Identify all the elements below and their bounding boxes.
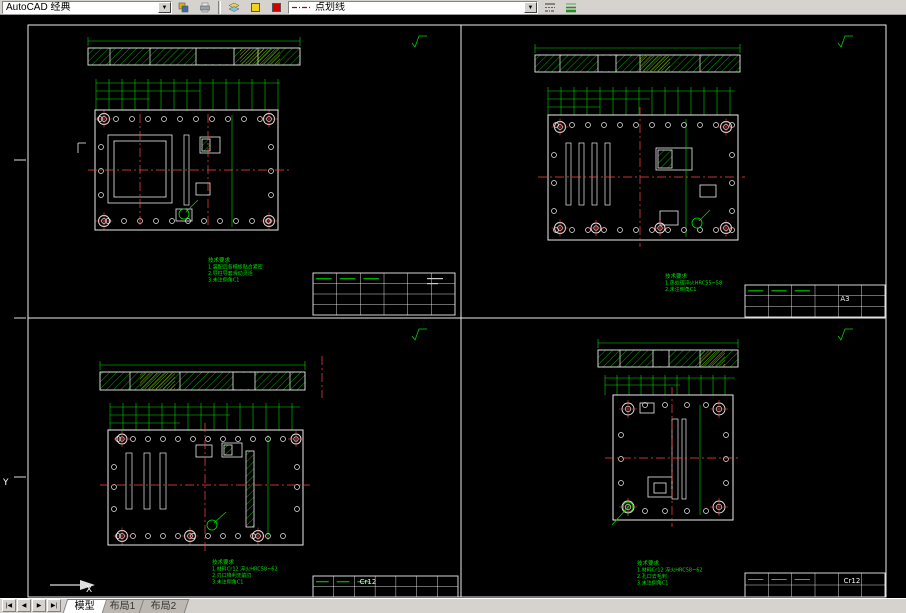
lineweight-icon xyxy=(566,3,576,12)
technical-notes: 技术要求1.热处理淬火HRC55~582.未注倒角C1 xyxy=(665,272,722,293)
tab-model-label: 模型 xyxy=(74,601,95,612)
centerlines xyxy=(538,107,745,247)
ucs-y-label: Y xyxy=(2,478,9,488)
yellow-color-swatch-icon xyxy=(250,2,260,12)
top-toolbar: AutoCAD 经典 ▼ 点划线 ▼ xyxy=(0,0,906,15)
dimension-lines xyxy=(604,375,735,395)
tab-model[interactable]: 模型 xyxy=(62,599,108,613)
toolbar-separator xyxy=(218,0,221,14)
sheet-note: 技术要求 xyxy=(637,559,660,567)
sheet-note: 技术要求 xyxy=(212,558,235,566)
tab-layout2[interactable]: 布局2 xyxy=(138,599,189,613)
title-block xyxy=(312,272,456,316)
layout-tab-bar: |◀ ◀ ▶ ▶| 模型 布局1 布局2 xyxy=(0,598,906,613)
roughness-mark xyxy=(411,35,427,48)
section-view xyxy=(99,361,306,391)
tab-nav-first-button[interactable]: |◀ xyxy=(2,599,16,612)
layer-color-button[interactable] xyxy=(246,0,264,14)
linetype-manager-button[interactable] xyxy=(541,0,559,14)
tab-navigation: |◀ ◀ ▶ ▶| xyxy=(2,598,61,613)
linetype-combo[interactable]: 点划线 ▼ xyxy=(288,0,538,14)
section-view xyxy=(534,44,741,73)
section-view xyxy=(597,339,739,368)
workspace-settings-icon xyxy=(178,2,189,12)
sheet-note: 2.未注倒角C1 xyxy=(665,286,696,293)
title-block: Cr12 xyxy=(744,572,886,598)
sheet-top-left: 技术要求1.装配后各模板贴合紧密2.导柱导套滑动灵活3.未注倒角C1 xyxy=(27,24,462,319)
plot-button[interactable] xyxy=(196,0,214,14)
sheet-note: 1.热处理淬火HRC55~58 xyxy=(665,280,722,287)
tab-nav-next-button[interactable]: ▶ xyxy=(32,599,46,612)
ucs-x-label: X xyxy=(86,585,92,595)
dimension-lines xyxy=(547,87,735,115)
title-block: Cr12 xyxy=(312,575,459,598)
sheet-bottom-right: 技术要求1.材料Cr12 淬火HRC58~622.孔口去毛刺3.未注倒角C1 Cr… xyxy=(460,317,887,598)
dimension-lines xyxy=(95,79,280,110)
roughness-mark xyxy=(411,328,427,341)
layers-icon xyxy=(228,2,240,12)
linetype-combo-value: 点划线 xyxy=(315,1,345,13)
plan-view xyxy=(611,394,734,526)
title-block-code: Cr12 xyxy=(844,577,861,585)
cad-drawing-area: 技术要求1.装配后各模板贴合紧密2.导柱导套滑动灵活3.未注倒角C1技术要求1.… xyxy=(2,24,887,598)
linetype-preview-icon xyxy=(292,6,312,8)
sheet-note: 3.未注倒角C1 xyxy=(637,580,668,587)
workspace-combo[interactable]: AutoCAD 经典 ▼ xyxy=(2,0,172,14)
red-color-swatch-icon xyxy=(271,2,281,12)
lineweight-button[interactable] xyxy=(562,0,580,14)
sheet-note: 1.装配后各模板贴合紧密 xyxy=(208,264,263,271)
sheet-note: 技术要求 xyxy=(665,272,688,280)
title-block-code: Cr12 xyxy=(360,578,377,586)
drawing-canvas[interactable]: 技术要求 1.装配后各模板贴合紧密 2.导柱导套滑动灵活 3.未注倒角C1 技术要求 1.… xyxy=(0,15,906,598)
sheet-top-right: 技术要求1.热处理淬火HRC55~582.未注倒角C1 A3 xyxy=(460,24,887,319)
sheet-note: 1.材料Cr12 淬火HRC58~62 xyxy=(637,567,703,574)
sheet-note: 3.未注倒角C1 xyxy=(208,277,239,284)
object-color-button[interactable] xyxy=(267,0,285,14)
roughness-mark xyxy=(837,35,853,48)
tab-nav-last-button[interactable]: ▶| xyxy=(47,599,61,612)
roughness-mark xyxy=(837,328,853,341)
sheet-frame xyxy=(27,317,462,598)
technical-notes: 技术要求1.装配后各模板贴合紧密2.导柱导套滑动灵活3.未注倒角C1 xyxy=(208,256,263,284)
autocad-window: AutoCAD 经典 ▼ 点划线 ▼ 技术要求 1.装配后各模板贴合紧密 2.导… xyxy=(0,0,906,613)
plan-view xyxy=(547,114,739,241)
sheet-note: 技术要求 xyxy=(208,256,231,264)
sheet-note: 2.刃口锋利无崩刃 xyxy=(212,572,252,579)
title-block-code: A3 xyxy=(840,295,849,303)
chevron-down-icon: ▼ xyxy=(158,1,171,13)
sheet-note: 2.孔口去毛刺 xyxy=(637,573,667,580)
tab-layout2-label: 布局2 xyxy=(150,601,176,612)
technical-notes: 技术要求1.材料Cr12 淬火HRC58~622.刃口锋利无崩刃3.未注倒角C1 xyxy=(212,558,278,586)
section-view xyxy=(87,37,301,66)
workspace-combo-value: AutoCAD 经典 xyxy=(6,1,71,13)
chevron-down-icon: ▼ xyxy=(524,1,537,13)
ucs-and-edge-marks: YX xyxy=(2,159,95,595)
sheet-note: 2.导柱导套滑动灵活 xyxy=(208,270,253,277)
layer-properties-button[interactable] xyxy=(225,0,243,14)
linetypes-icon xyxy=(545,3,555,11)
sheet-note: 3.未注倒角C1 xyxy=(212,579,243,586)
workspace-settings-button[interactable] xyxy=(175,0,193,14)
sheet-bottom-left: 技术要求1.材料Cr12 淬火HRC58~622.刃口锋利无崩刃3.未注倒角C1… xyxy=(27,317,462,598)
title-block: A3 xyxy=(744,284,886,318)
tab-layout1-label: 布局1 xyxy=(109,601,136,612)
sheet-note: 1.材料Cr12 淬火HRC58~62 xyxy=(212,566,278,573)
printer-icon xyxy=(200,2,210,12)
technical-notes: 技术要求1.材料Cr12 淬火HRC58~622.孔口去毛刺3.未注倒角C1 xyxy=(637,559,703,587)
tab-nav-prev-button[interactable]: ◀ xyxy=(17,599,31,612)
plan-view xyxy=(107,429,304,546)
